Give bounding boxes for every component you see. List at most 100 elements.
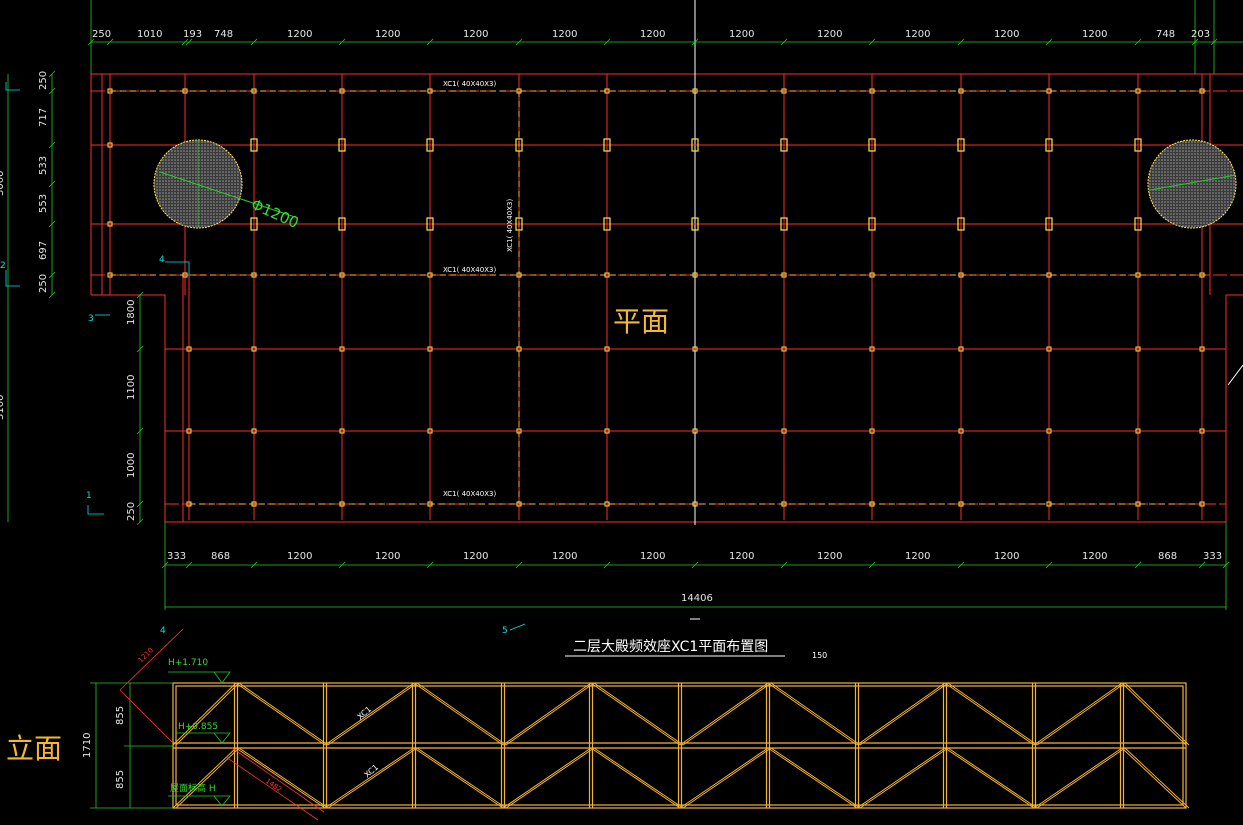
truss-diagonal bbox=[856, 747, 946, 809]
truss-diagonal bbox=[593, 682, 684, 746]
bottom-dim-11: 1200 bbox=[1082, 551, 1107, 562]
bottom-dim-3: 1200 bbox=[375, 551, 400, 562]
truss-diagonal bbox=[502, 682, 592, 746]
truss-diagonal bbox=[413, 682, 504, 746]
left-dim-lower-1: 1100 bbox=[126, 375, 137, 400]
elevation-view: 立面 855 855 1710 H+1.710 H+0.855 屋面标高 H 1… bbox=[6, 626, 1190, 821]
elev-dim-upper: 855 bbox=[115, 706, 126, 725]
truss-diagonal bbox=[856, 682, 946, 746]
top-dim-7: 1200 bbox=[552, 29, 577, 40]
top-dim-15: 203 bbox=[1191, 29, 1210, 40]
member-label-upper: XC1 bbox=[356, 705, 374, 722]
left-dim-upper-0: 250 bbox=[38, 71, 49, 90]
plan-label: 平面 bbox=[613, 305, 669, 338]
brace-label-mid: XC1( 40X40X3) bbox=[443, 266, 496, 274]
truss-diagonal bbox=[679, 682, 769, 746]
top-dim-11: 1200 bbox=[905, 29, 930, 40]
level-mid: H+0.855 bbox=[178, 722, 218, 732]
left-total-lower: 5100 bbox=[0, 395, 6, 420]
truss-diagonal bbox=[238, 747, 329, 809]
truss-diagonal bbox=[944, 682, 1035, 746]
truss-diagonal bbox=[1033, 747, 1123, 809]
truss-diagonal bbox=[238, 682, 329, 746]
left-dim-upper-3: 553 bbox=[38, 194, 49, 213]
drawing-title: 二层大殿频效座XC1平面布置图 bbox=[573, 639, 768, 655]
truss-diagonal bbox=[590, 682, 681, 746]
truss-diagonal bbox=[1124, 747, 1190, 809]
left-dim-lower-0: 1800 bbox=[126, 300, 137, 325]
truss-diagonal bbox=[235, 747, 326, 809]
truss-diagonal bbox=[593, 747, 684, 809]
bottom-dim-8: 1200 bbox=[817, 551, 842, 562]
bottom-dim-2: 1200 bbox=[287, 551, 312, 562]
top-dim-12: 1200 bbox=[994, 29, 1019, 40]
bottom-dim-6: 1200 bbox=[640, 551, 665, 562]
truss-diagonal bbox=[767, 747, 858, 809]
axis-5-leader bbox=[509, 623, 526, 631]
column-circle-right bbox=[1147, 139, 1237, 229]
truss-diagonal bbox=[682, 682, 772, 746]
truss-diagonal bbox=[767, 682, 858, 746]
cad-drawing: Φ1200 XC1( 40X40X3) XC1( 40X40X3) XC1( 4… bbox=[0, 0, 1243, 821]
top-dim-1: 1010 bbox=[137, 29, 162, 40]
level-bottom: 屋面标高 H bbox=[170, 782, 216, 794]
truss-diagonal bbox=[502, 747, 592, 809]
top-dim-13: 1200 bbox=[1082, 29, 1107, 40]
top-dim-3: 748 bbox=[214, 29, 233, 40]
truss-diagonal bbox=[505, 682, 595, 746]
truss-diagonal bbox=[327, 747, 418, 809]
top-dim-4: 1200 bbox=[287, 29, 312, 40]
left-total-upper: 3000 bbox=[0, 171, 6, 196]
top-dim-8: 1200 bbox=[640, 29, 665, 40]
plan-outline bbox=[90, 73, 1243, 523]
truss-diagonal bbox=[944, 747, 1035, 809]
top-dim-14: 748 bbox=[1156, 29, 1175, 40]
truss-diagonal bbox=[1124, 682, 1190, 746]
plan-grid-horizontal bbox=[91, 90, 1243, 505]
bottom-dim-0: 333 bbox=[167, 551, 186, 562]
truss-diagonal bbox=[416, 747, 507, 809]
truss-diagonal bbox=[413, 747, 504, 809]
plan-view: Φ1200 XC1( 40X40X3) XC1( 40X40X3) XC1( 4… bbox=[0, 0, 1243, 525]
truss-diagonal bbox=[859, 682, 949, 746]
top-dim-10: 1200 bbox=[817, 29, 842, 40]
scale-note: 150 bbox=[812, 651, 827, 660]
top-dim-0: 250 bbox=[92, 29, 111, 40]
top-dim-5: 1200 bbox=[375, 29, 400, 40]
bottom-dim-1: 868 bbox=[211, 551, 230, 562]
truss-diagonal bbox=[770, 682, 861, 746]
axis-mark-5: 5 bbox=[502, 626, 508, 636]
truss-diagonal bbox=[679, 747, 769, 809]
truss-chords bbox=[172, 682, 1187, 809]
top-dim-6: 1200 bbox=[463, 29, 488, 40]
truss-diagonal bbox=[235, 682, 326, 746]
truss-diagonal bbox=[175, 747, 240, 809]
left-dim-upper-4: 697 bbox=[38, 241, 49, 260]
diag-dim-lower: 1482 bbox=[264, 777, 283, 794]
plan-nodes bbox=[107, 88, 1205, 507]
truss-diagonal bbox=[327, 682, 418, 746]
truss-diagonal bbox=[505, 747, 595, 809]
truss-diagonal bbox=[1121, 682, 1187, 746]
left-dim-upper-2: 533 bbox=[38, 156, 49, 175]
plan-grid-vertical bbox=[109, 74, 1203, 520]
left-dim-lower-3: 250 bbox=[126, 502, 137, 521]
bottom-dim-12: 868 bbox=[1158, 551, 1177, 562]
left-dim-lower-2: 1000 bbox=[126, 453, 137, 478]
bottom-dim-10: 1200 bbox=[994, 551, 1019, 562]
truss-diagonal bbox=[859, 747, 949, 809]
brace-label-vertical: XC1( 40X40X3) bbox=[506, 199, 514, 252]
truss-diagonal bbox=[590, 747, 681, 809]
brace-label-bottom: XC1( 40X40X3) bbox=[443, 490, 496, 498]
axis-mark-2: 2 bbox=[0, 261, 6, 271]
bottom-dim-4: 1200 bbox=[463, 551, 488, 562]
truss-diagonal bbox=[770, 747, 861, 809]
level-top: H+1.710 bbox=[168, 658, 208, 668]
plan-brace-lines bbox=[110, 90, 1210, 505]
axis-leaders bbox=[5, 82, 190, 515]
axis-mark-4-elev: 4 bbox=[160, 626, 166, 636]
truss-diagonal bbox=[1036, 747, 1126, 809]
total-dim: 14406 bbox=[681, 593, 713, 604]
diag-dim-upper: 1210 bbox=[137, 646, 155, 664]
notch-diagonal bbox=[1227, 364, 1243, 386]
